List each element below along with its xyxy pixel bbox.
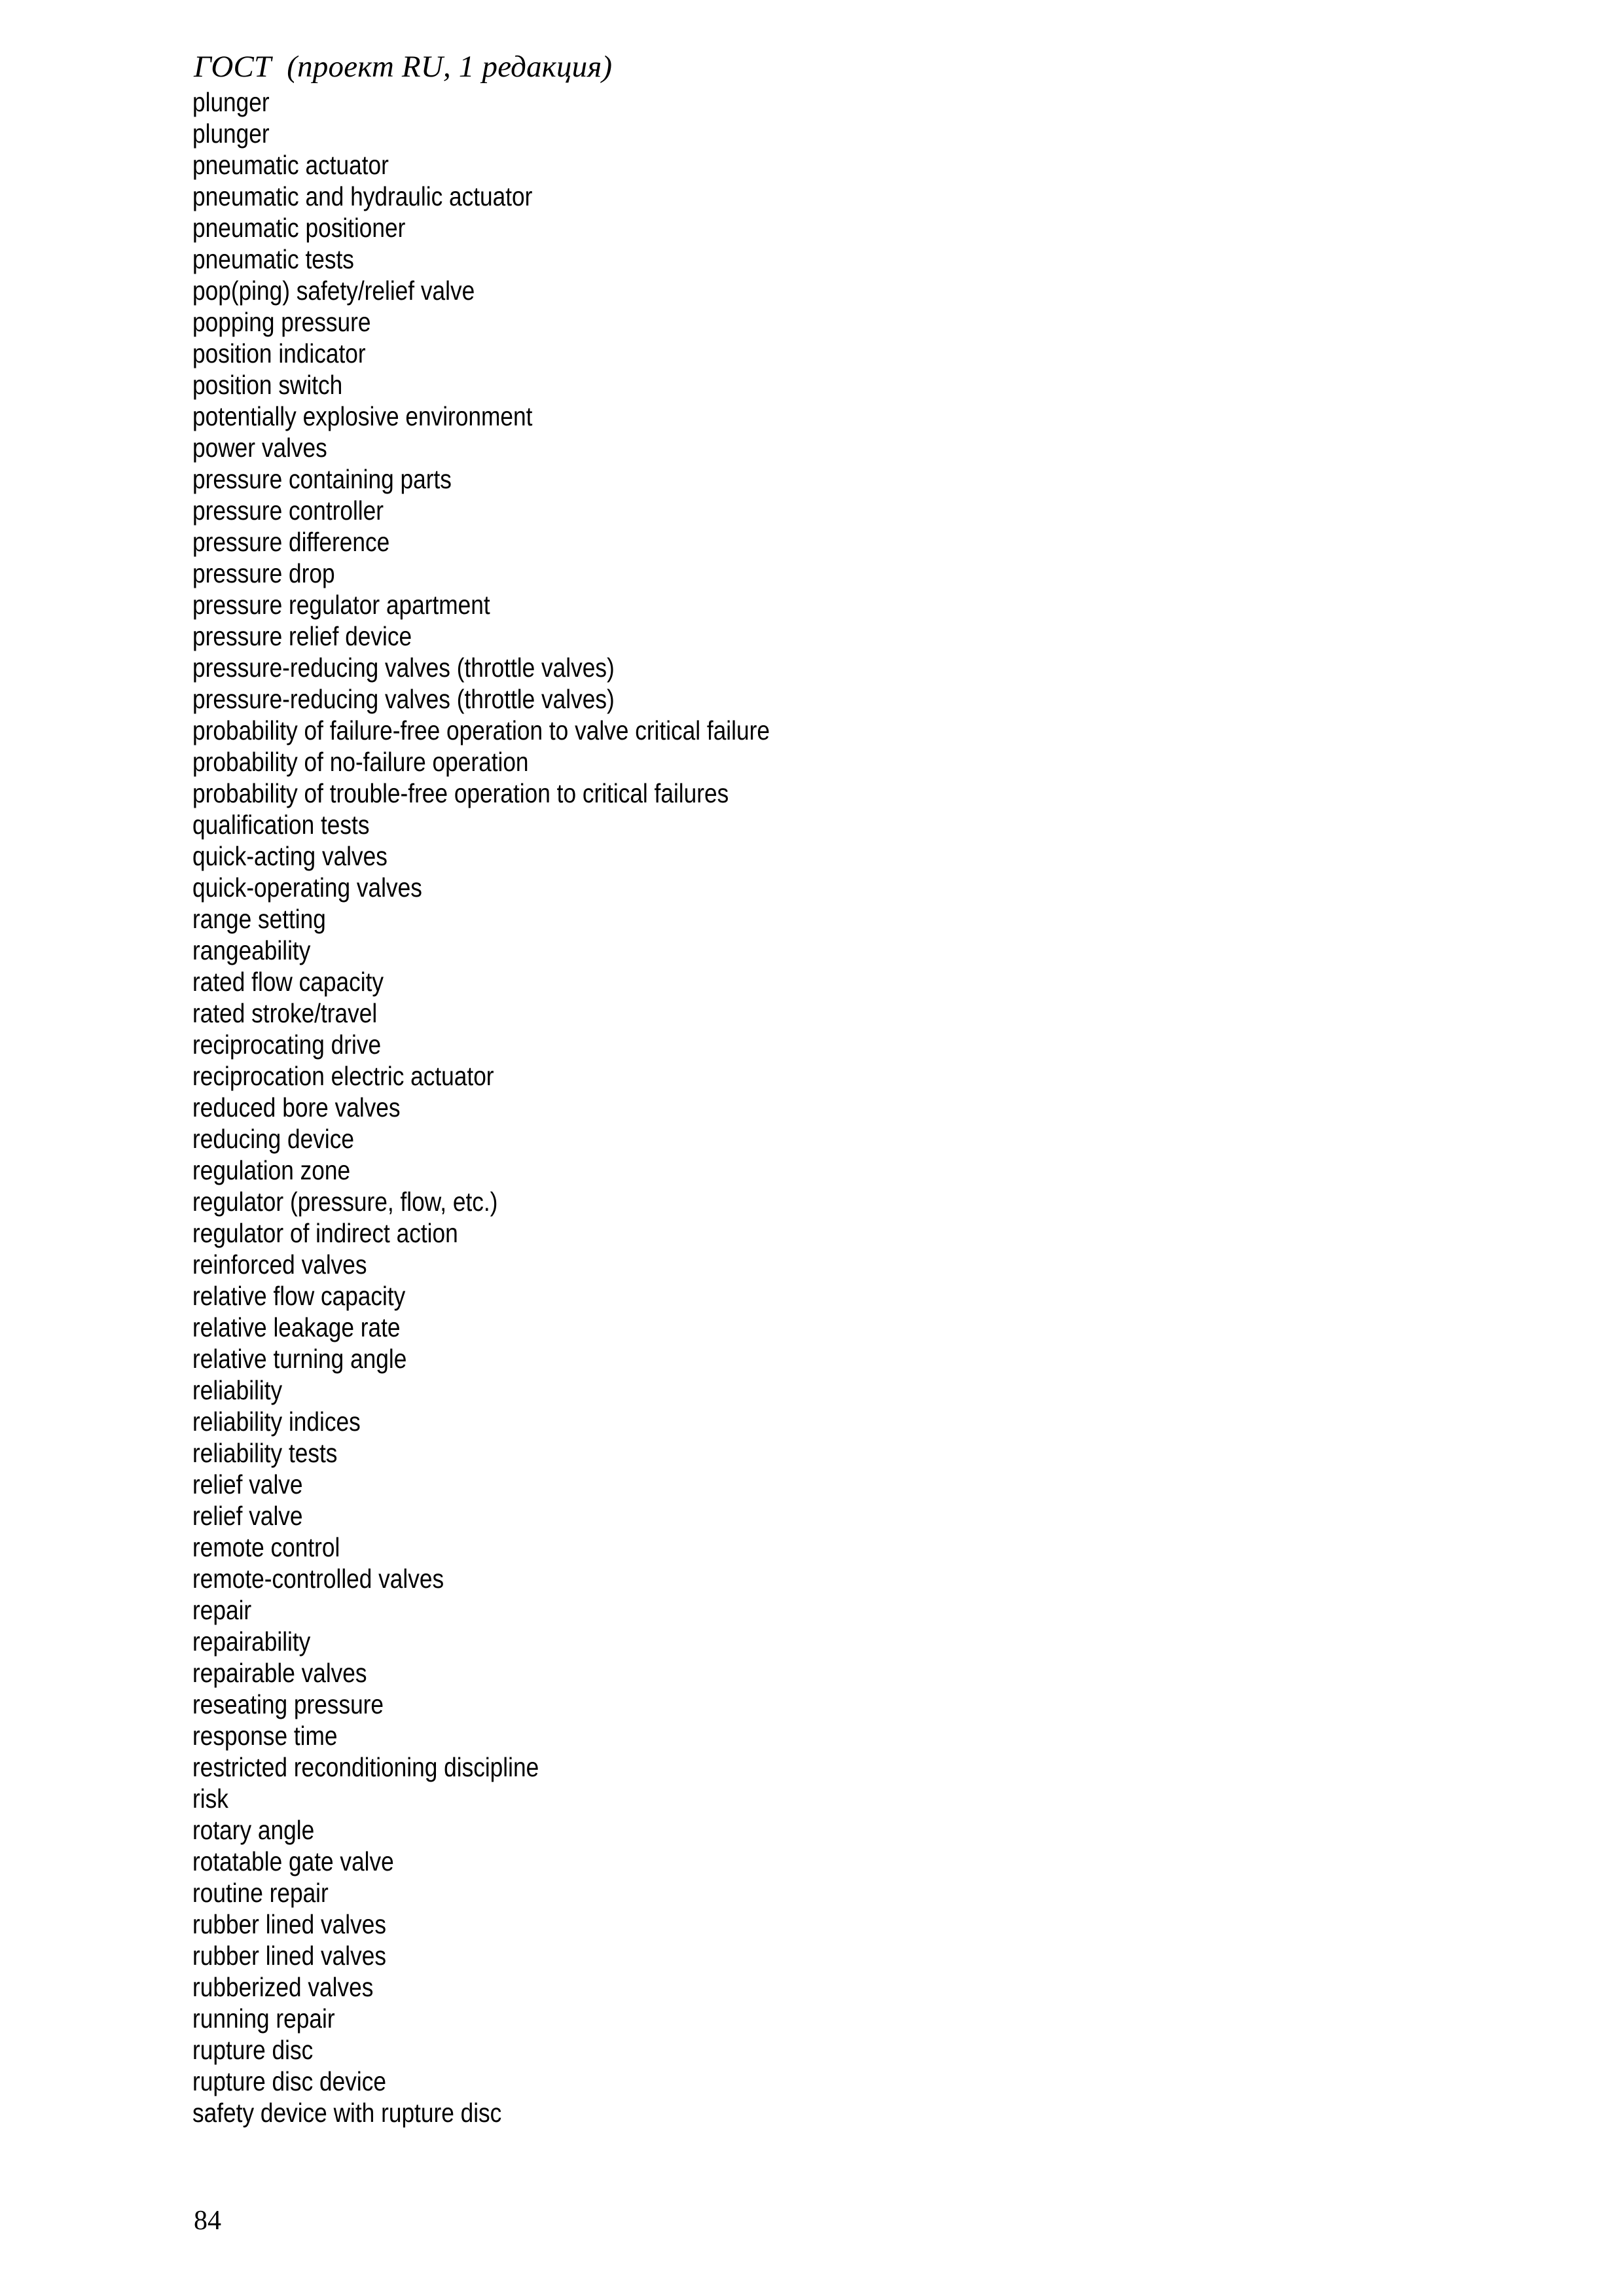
term-list-item: rubberized valves [192,1972,374,2002]
term-list-item: relative turning angle [192,1344,407,1374]
terminology-list: plunger plunger pneumatic actuator pneumati… [192,86,1436,2128]
term-list-item: response time [192,1721,338,1751]
term-list-item: position indicator [192,338,366,368]
term-list-item: reciprocation electric actuator [192,1061,494,1091]
term-list-item: relative leakage rate [192,1312,401,1342]
term-list-item: reducing device [192,1124,354,1154]
term-list-item: reliability [192,1375,283,1405]
term-list-item: routine repair [192,1878,329,1908]
term-list-item: running repair [192,2003,335,2034]
term-list-item: pressure regulator apartment [192,590,490,620]
term-list-item: regulator of indirect action [192,1218,458,1248]
term-list-item: relief valve [192,1469,303,1499]
term-list-item: rotary angle [192,1815,315,1845]
term-list-item: rated flow capacity [192,967,384,997]
term-list-item: rubber lined valves [192,1909,386,1939]
term-list-item: pneumatic tests [192,244,354,274]
term-list-item: remote-controlled valves [192,1564,444,1594]
term-list-item: rotatable gate valve [192,1846,394,1876]
term-list-item: restricted reconditioning discipline [192,1752,539,1782]
term-list-item: range setting [192,904,326,934]
term-list-item: rubber lined valves [192,1941,386,1971]
term-list-item: pressure containing parts [192,464,452,494]
term-list-item: pneumatic and hydraulic actuator [192,181,533,211]
term-list-item: pneumatic positioner [192,213,406,243]
term-list-item: regulation zone [192,1155,351,1185]
term-list-item: risk [192,1784,228,1814]
term-list-item: probability of trouble-free operation to… [192,778,729,808]
term-list-item: pop(ping) safety/relief valve [192,276,475,306]
page-content: ГОСТ (проект RU, 1 редакция) plunger plun… [192,48,1436,2128]
page-number: 84 [194,2206,221,2236]
term-list-item: pressure-reducing valves (throttle valve… [192,684,615,714]
term-list-item: safety device with rupture disc [192,2098,502,2128]
term-list-item: reinforced valves [192,1249,367,1280]
term-list-item: reduced bore valves [192,1092,401,1122]
term-list-item: regulator (pressure, flow, etc.) [192,1187,498,1217]
term-list-item: rupture disc device [192,2066,386,2096]
term-list-item: rated stroke/travel [192,998,378,1028]
term-list-item: pressure-reducing valves (throttle valve… [192,653,615,683]
term-list-item: potentially explosive environment [192,401,533,431]
term-list-item: rupture disc [192,2035,314,2065]
term-list-item: rangeability [192,935,311,965]
term-list-item: popping pressure [192,307,371,337]
term-list-item: pressure relief device [192,621,412,651]
term-list-item: probability of no-failure operation [192,747,529,777]
term-list-item: quick-operating valves [192,872,422,903]
term-list-item: reliability indices [192,1407,361,1437]
term-list-item: probability of failure-free operation to… [192,715,770,745]
term-list-item: quick-acting valves [192,841,388,871]
term-list-item: relative flow capacity [192,1281,406,1311]
term-list-item: pressure controller [192,495,384,526]
term-list-item: plunger [192,118,270,149]
term-list-item: plunger [192,87,270,117]
term-list-item: repairable valves [192,1658,367,1688]
term-list-item: position switch [192,370,343,400]
document-page: ГОСТ (проект RU, 1 редакция) plunger plun… [0,0,1624,2296]
term-list-item: qualification tests [192,810,370,840]
term-list-item: reliability tests [192,1438,338,1468]
term-list-item: remote control [192,1532,340,1562]
term-list-item: repair [192,1595,252,1625]
document-header: ГОСТ (проект RU, 1 редакция) [194,50,613,84]
term-list-item: power valves [192,433,327,463]
term-list-item: reciprocating drive [192,1030,382,1060]
term-list-item: reseating pressure [192,1689,384,1719]
term-list-item: pressure difference [192,527,390,557]
term-list-item: pneumatic actuator [192,150,389,180]
term-list-item: pressure drop [192,558,335,588]
term-list-item: repairability [192,1626,311,1657]
term-list-item: relief valve [192,1501,303,1531]
